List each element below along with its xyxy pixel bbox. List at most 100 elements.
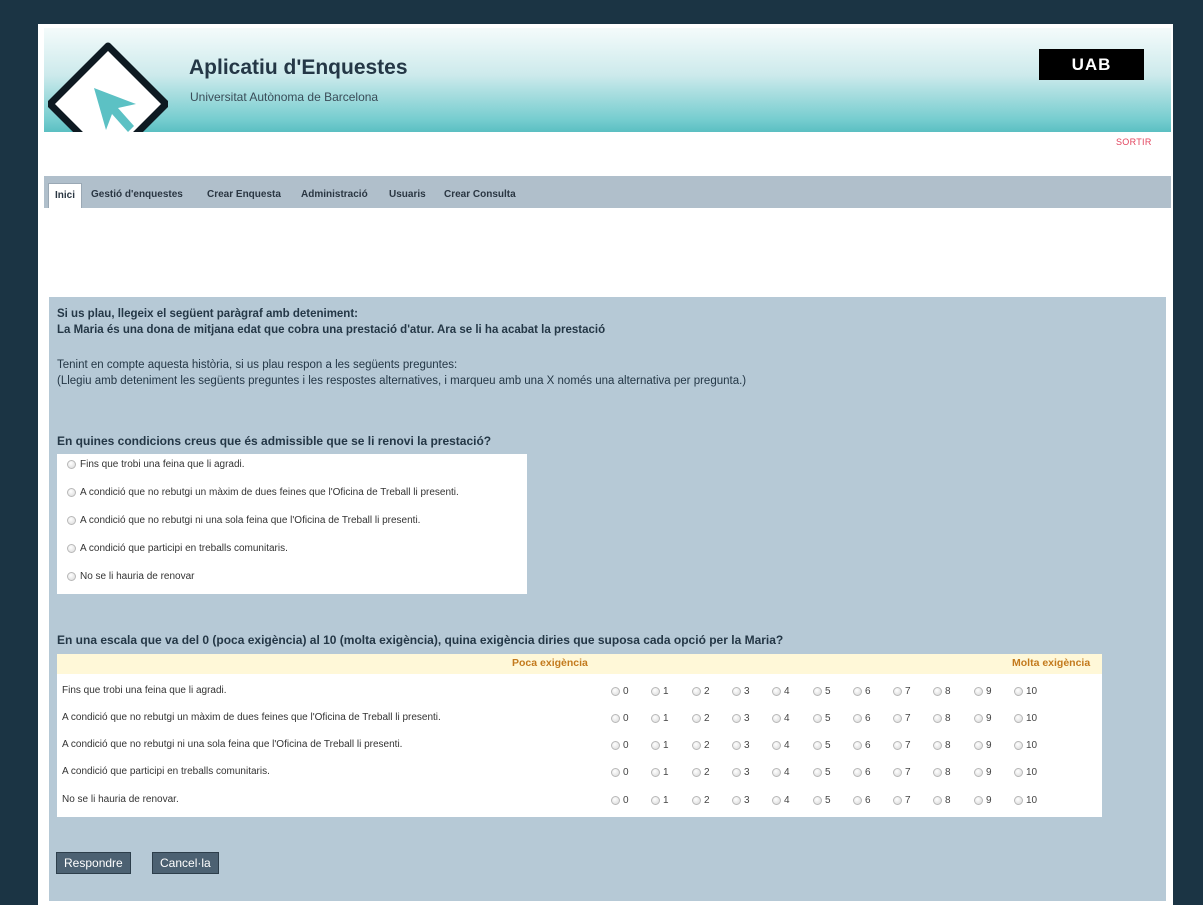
scale-option[interactable]: 1 <box>651 713 669 724</box>
tab-usuaris[interactable]: Usuaris <box>389 183 426 208</box>
scale-option[interactable]: 2 <box>692 767 710 778</box>
scale-option[interactable]: 9 <box>974 767 992 778</box>
radio-button[interactable] <box>974 687 983 696</box>
radio-button[interactable] <box>813 796 822 805</box>
scale-option[interactable]: 6 <box>853 713 871 724</box>
cancel-button[interactable]: Cancel·la <box>152 852 219 874</box>
scale-option[interactable]: 8 <box>933 740 951 751</box>
submit-button[interactable]: Respondre <box>56 852 131 874</box>
radio-button[interactable] <box>692 714 701 723</box>
radio-button[interactable] <box>772 796 781 805</box>
tab-crear-consulta[interactable]: Crear Consulta <box>444 183 516 208</box>
scale-option[interactable]: 10 <box>1014 686 1037 697</box>
radio-button[interactable] <box>1014 714 1023 723</box>
scale-option[interactable]: 2 <box>692 740 710 751</box>
scale-option[interactable]: 7 <box>893 740 911 751</box>
scale-option[interactable]: 4 <box>772 740 790 751</box>
scale-option[interactable]: 7 <box>893 767 911 778</box>
radio-button[interactable] <box>1014 687 1023 696</box>
scale-option[interactable]: 5 <box>813 686 831 697</box>
q1-option[interactable]: A condició que participi en treballs com… <box>67 543 288 554</box>
scale-option[interactable]: 2 <box>692 686 710 697</box>
logout-link[interactable]: SORTIR <box>1116 137 1152 147</box>
radio-button[interactable] <box>853 796 862 805</box>
radio-button[interactable] <box>813 687 822 696</box>
radio-button[interactable] <box>611 687 620 696</box>
radio-button[interactable] <box>853 687 862 696</box>
radio-button[interactable] <box>974 768 983 777</box>
radio-button[interactable] <box>692 796 701 805</box>
radio-button[interactable] <box>772 687 781 696</box>
scale-option[interactable]: 4 <box>772 713 790 724</box>
radio-button[interactable] <box>67 544 76 553</box>
scale-option[interactable]: 4 <box>772 767 790 778</box>
radio-button[interactable] <box>772 714 781 723</box>
radio-button[interactable] <box>974 714 983 723</box>
radio-button[interactable] <box>651 768 660 777</box>
radio-button[interactable] <box>893 796 902 805</box>
radio-button[interactable] <box>651 687 660 696</box>
scale-option[interactable]: 6 <box>853 767 871 778</box>
q1-option[interactable]: A condició que no rebutgi ni una sola fe… <box>67 515 420 526</box>
scale-option[interactable]: 7 <box>893 686 911 697</box>
scale-option[interactable]: 0 <box>611 713 629 724</box>
scale-option[interactable]: 5 <box>813 740 831 751</box>
scale-option[interactable]: 5 <box>813 713 831 724</box>
tab-inici[interactable]: Inici <box>48 183 83 208</box>
scale-option[interactable]: 3 <box>732 767 750 778</box>
radio-button[interactable] <box>611 768 620 777</box>
radio-button[interactable] <box>732 714 741 723</box>
scale-option[interactable]: 1 <box>651 686 669 697</box>
radio-button[interactable] <box>67 460 76 469</box>
radio-button[interactable] <box>67 572 76 581</box>
radio-button[interactable] <box>1014 768 1023 777</box>
radio-button[interactable] <box>611 714 620 723</box>
radio-button[interactable] <box>651 741 660 750</box>
scale-option[interactable]: 0 <box>611 740 629 751</box>
radio-button[interactable] <box>692 687 701 696</box>
scale-option[interactable]: 9 <box>974 795 992 806</box>
scale-option[interactable]: 4 <box>772 795 790 806</box>
radio-button[interactable] <box>772 741 781 750</box>
radio-button[interactable] <box>732 768 741 777</box>
scale-option[interactable]: 3 <box>732 740 750 751</box>
scale-option[interactable]: 3 <box>732 795 750 806</box>
scale-option[interactable]: 6 <box>853 740 871 751</box>
radio-button[interactable] <box>611 796 620 805</box>
radio-button[interactable] <box>692 768 701 777</box>
radio-button[interactable] <box>933 714 942 723</box>
scale-option[interactable]: 2 <box>692 795 710 806</box>
radio-button[interactable] <box>974 796 983 805</box>
radio-button[interactable] <box>611 741 620 750</box>
radio-button[interactable] <box>974 741 983 750</box>
scale-option[interactable]: 8 <box>933 767 951 778</box>
q1-option[interactable]: Fins que trobi una feina que li agradi. <box>67 459 245 470</box>
radio-button[interactable] <box>853 768 862 777</box>
scale-option[interactable]: 3 <box>732 713 750 724</box>
radio-button[interactable] <box>732 741 741 750</box>
radio-button[interactable] <box>933 741 942 750</box>
radio-button[interactable] <box>1014 741 1023 750</box>
radio-button[interactable] <box>692 741 701 750</box>
radio-button[interactable] <box>853 714 862 723</box>
radio-button[interactable] <box>813 741 822 750</box>
q1-option[interactable]: No se li hauria de renovar <box>67 571 195 582</box>
scale-option[interactable]: 10 <box>1014 767 1037 778</box>
scale-option[interactable]: 6 <box>853 686 871 697</box>
radio-button[interactable] <box>933 796 942 805</box>
scale-option[interactable]: 9 <box>974 740 992 751</box>
scale-option[interactable]: 6 <box>853 795 871 806</box>
scale-option[interactable]: 5 <box>813 767 831 778</box>
radio-button[interactable] <box>651 796 660 805</box>
tab-gestio-enquestes[interactable]: Gestió d'enquestes <box>91 183 183 208</box>
radio-button[interactable] <box>732 687 741 696</box>
scale-option[interactable]: 7 <box>893 713 911 724</box>
scale-option[interactable]: 7 <box>893 795 911 806</box>
scale-option[interactable]: 10 <box>1014 795 1037 806</box>
radio-button[interactable] <box>813 714 822 723</box>
scale-option[interactable]: 0 <box>611 686 629 697</box>
scale-option[interactable]: 1 <box>651 740 669 751</box>
scale-option[interactable]: 2 <box>692 713 710 724</box>
scale-option[interactable]: 9 <box>974 713 992 724</box>
scale-option[interactable]: 8 <box>933 686 951 697</box>
